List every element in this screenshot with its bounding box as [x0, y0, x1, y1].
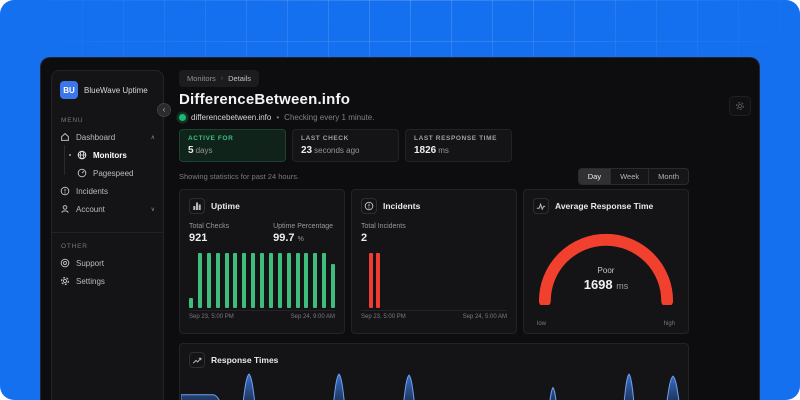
avg-response-time-card: Average Response Time Poor 1698 ms low hi…: [523, 189, 689, 334]
stat-card-active-for: ACTIVE FOR 5 days: [179, 129, 286, 162]
page-background: BU BlueWave Uptime ‹ MENU Dashboard ∧ Mo…: [0, 0, 800, 400]
sidebar: BU BlueWave Uptime ‹ MENU Dashboard ∧ Mo…: [51, 70, 171, 400]
monitor-configure-button[interactable]: [729, 96, 751, 116]
range-toggle-month[interactable]: Month: [648, 169, 688, 184]
avg-response-card-header: Average Response Time: [533, 198, 679, 214]
incidents-card: Incidents Total Incidents 2 Sep 23, 5:00…: [351, 189, 517, 334]
gauge-scale-labels: low high: [537, 321, 675, 327]
app-logo-row: BU BlueWave Uptime: [52, 71, 163, 107]
breadcrumb: Monitors › Details: [179, 70, 260, 87]
gear-icon: [60, 276, 70, 286]
stat-value: 1826 ms: [414, 145, 449, 156]
bar-chart-icon: [189, 198, 205, 214]
range-toggle-week[interactable]: Week: [610, 169, 648, 184]
uptime-card: Uptime Total Checks 921 Uptime Percentag…: [179, 189, 345, 334]
app-logo: BU: [60, 81, 78, 99]
stat-label: LAST RESPONSE TIME: [414, 135, 498, 142]
pulse-line-icon: [533, 198, 549, 214]
stats-note-row: Showing statistics for past 24 hours. Da…: [179, 168, 689, 185]
trend-up-icon: [189, 352, 205, 368]
range-toggle-day[interactable]: Day: [578, 169, 611, 184]
sidebar-item-label: Monitors: [93, 150, 127, 160]
home-icon: [60, 132, 70, 142]
stat-cards-row: ACTIVE FOR 5 days LAST CHECK 23 seconds ag…: [179, 129, 512, 162]
monitor-status-row: differencebetween.info • Checking every …: [179, 113, 374, 122]
card-title: Response Times: [211, 355, 279, 365]
stat-label: ACTIVE FOR: [188, 135, 234, 142]
sidebar-item-monitors[interactable]: Monitors: [52, 146, 163, 164]
gauge-value: 1698 ms: [583, 277, 629, 292]
sidebar-item-label: Dashboard: [76, 132, 116, 142]
uptime-stats: Total Checks 921 Uptime Percentage 99.7 …: [189, 223, 335, 244]
sidebar-item-label: Account: [76, 204, 105, 214]
card-title: Average Response Time: [555, 201, 654, 211]
sidebar-item-account[interactable]: Account ∨: [52, 200, 163, 218]
help-icon: [60, 258, 70, 268]
response-times-card: Response Times: [179, 343, 689, 400]
stat-card-last-response-time: LAST RESPONSE TIME 1826 ms: [405, 129, 512, 162]
sidebar-item-pagespeed[interactable]: Pagespeed: [52, 164, 163, 182]
chevron-up-icon: ∧: [150, 134, 155, 141]
gauge-status-label: Poor: [597, 266, 615, 275]
monitor-url: differencebetween.info: [191, 113, 272, 122]
response-times-path: [181, 373, 680, 400]
metric-cards-row: Uptime Total Checks 921 Uptime Percentag…: [179, 189, 689, 334]
checking-interval-note: Checking every 1 minute.: [284, 113, 375, 122]
sidebar-item-dashboard[interactable]: Dashboard ∧: [52, 128, 163, 146]
sidebar-item-incidents[interactable]: Incidents: [52, 182, 163, 200]
status-up-dot-icon: [179, 114, 186, 121]
sidebar-item-support[interactable]: Support: [52, 254, 163, 272]
stats-period-note: Showing statistics for past 24 hours.: [179, 172, 300, 181]
main-content: Monitors › Details DifferenceBetween.inf…: [179, 58, 689, 400]
globe-icon: [77, 150, 87, 160]
stat-value: 23 seconds ago: [301, 145, 360, 156]
gauge-icon: [77, 168, 87, 178]
response-time-gauge: Poor 1698 ms low high: [533, 226, 679, 327]
uptime-x-axis: Sep 23, 5:00 PM Sep 24, 9:00 AM: [189, 310, 335, 320]
total-checks: Total Checks 921: [189, 223, 230, 244]
breadcrumb-details[interactable]: Details: [228, 74, 251, 83]
response-times-chart: [181, 372, 687, 400]
card-title: Incidents: [383, 201, 421, 211]
response-times-header: Response Times: [180, 352, 688, 368]
stat-card-last-check: LAST CHECK 23 seconds ago: [292, 129, 399, 162]
gear-icon: [735, 101, 745, 111]
chevron-down-icon: ∨: [150, 206, 155, 213]
sidebar-item-settings[interactable]: Settings: [52, 272, 163, 290]
app-name: BlueWave Uptime: [84, 85, 148, 95]
sidebar-item-label: Pagespeed: [93, 168, 134, 178]
range-toggle: Day Week Month: [577, 168, 689, 185]
sidebar-item-label: Settings: [76, 276, 105, 286]
other-section-label: OTHER: [61, 243, 88, 250]
incidents-bar-chart: [361, 253, 507, 308]
alert-circle-icon: [361, 198, 377, 214]
page-title: DifferenceBetween.info: [179, 91, 351, 108]
uptime-card-header: Uptime: [189, 198, 335, 214]
card-title: Uptime: [211, 201, 240, 211]
uptime-percentage: Uptime Percentage 99.7 %: [273, 223, 333, 244]
sidebar-item-label: Incidents: [76, 186, 109, 196]
stat-label: LAST CHECK: [301, 135, 349, 142]
person-icon: [60, 204, 70, 214]
incidents-card-header: Incidents: [361, 198, 507, 214]
menu-section-label: MENU: [61, 117, 84, 124]
total-incidents: Total Incidents 2: [361, 223, 406, 244]
incidents-x-axis: Sep 23, 5:00 PM Sep 24, 5:00 AM: [361, 310, 507, 320]
app-window: BU BlueWave Uptime ‹ MENU Dashboard ∧ Mo…: [40, 57, 760, 400]
uptime-bar-chart: [189, 253, 335, 308]
breadcrumb-monitors[interactable]: Monitors: [187, 74, 216, 83]
stat-value: 5 days: [188, 145, 213, 156]
incidents-stats: Total Incidents 2: [361, 223, 507, 244]
sidebar-collapse-button[interactable]: ‹: [157, 103, 171, 117]
breadcrumb-separator-icon: ›: [220, 75, 224, 82]
alert-circle-icon: [60, 186, 70, 196]
sidebar-item-label: Support: [76, 258, 105, 268]
status-separator: •: [276, 113, 280, 122]
